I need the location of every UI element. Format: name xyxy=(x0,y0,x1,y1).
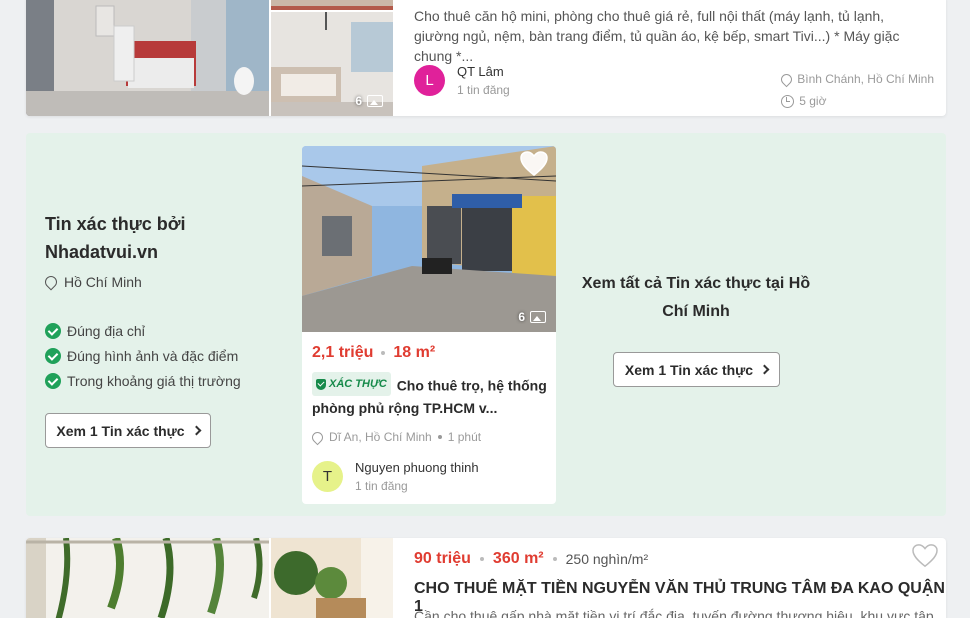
verified-listing-price: 2,1 triệu 18 m² xyxy=(312,344,436,361)
clock-icon xyxy=(781,94,795,108)
chevron-right-icon xyxy=(191,425,202,436)
listing-location: Bình Chánh, Hồ Chí Minh xyxy=(797,72,934,86)
verified-listing-photo[interactable]: 6 xyxy=(302,146,556,332)
image-icon xyxy=(530,311,546,323)
listing-photo-thumb[interactable] xyxy=(271,538,393,618)
check-item: Đúng địa chỉ xyxy=(45,318,241,343)
verified-title: Tin xác thực bởi Nhadatvui.vn xyxy=(45,214,186,262)
poster-name[interactable]: QT Lâm xyxy=(457,64,510,79)
avatar[interactable]: L xyxy=(414,65,445,96)
image-icon xyxy=(367,95,383,107)
see-all-verified-text: Xem tất cả Tin xác thực tại Hồ Chí Minh xyxy=(581,275,811,320)
view-verified-button[interactable]: Xem 1 Tin xác thực xyxy=(45,413,211,448)
verified-badge: XÁC THỰC xyxy=(312,372,391,396)
verified-listing-meta: Dĩ An, Hồ Chí Minh 1 phút xyxy=(309,429,481,445)
photo-count: 6 xyxy=(355,94,383,108)
verified-location: Hồ Chí Minh xyxy=(42,273,142,291)
heart-icon[interactable] xyxy=(912,544,938,568)
poster-listings: 1 tin đăng xyxy=(457,83,510,97)
listing-meta: Bình Chánh, Hồ Chí Minh 5 giờ xyxy=(778,68,934,112)
check-item: Trong khoảng giá thị trường xyxy=(45,368,241,393)
listing-photo-main[interactable] xyxy=(26,0,269,116)
listing-photo-thumb[interactable] xyxy=(271,0,393,10)
pin-icon xyxy=(42,273,60,291)
listing-card-top[interactable]: 6 Cho thuê căn hộ mini, phòng cho thuê g… xyxy=(26,0,946,116)
see-all-verified-button[interactable]: Xem 1 Tin xác thực xyxy=(613,352,780,387)
check-circle-icon xyxy=(45,372,61,389)
heart-icon[interactable] xyxy=(520,151,548,177)
listing-description: Cho thuê căn hộ mini, phòng cho thuê giá… xyxy=(414,8,900,64)
chevron-right-icon xyxy=(759,364,770,375)
avatar[interactable]: T xyxy=(312,461,343,492)
verified-listing-card[interactable]: 6 2,1 triệu 18 m² XÁC THỰC Cho thuê trọ,… xyxy=(302,146,556,504)
listing-photo-thumb[interactable]: 6 xyxy=(271,12,393,116)
check-circle-icon xyxy=(45,322,61,339)
poster[interactable]: T Nguyen phuong thinh 1 tin đăng xyxy=(312,460,479,493)
listing-photo-main[interactable] xyxy=(26,538,269,618)
listing-price: 90 triệu 360 m² 250 nghìn/m² xyxy=(414,550,649,567)
poster-listings: 1 tin đăng xyxy=(355,479,408,493)
poster-name[interactable]: Nguyen phuong thinh xyxy=(355,460,479,475)
pin-icon xyxy=(778,71,795,87)
shield-check-icon xyxy=(316,378,326,390)
listing-time: 5 giờ xyxy=(799,94,827,108)
verified-section: Tin xác thực bởi Nhadatvui.vn Hồ Chí Min… xyxy=(26,133,946,516)
verified-checks: Đúng địa chỉ Đúng hình ảnh và đặc điểm T… xyxy=(45,318,241,393)
photo-count: 6 xyxy=(518,310,546,324)
poster[interactable]: L QT Lâm 1 tin đăng xyxy=(414,64,510,97)
listing-photos[interactable]: 6 xyxy=(26,0,393,116)
pin-icon xyxy=(309,429,326,445)
listing-description: Cần cho thuê gấp nhà mặt tiền vị trí đắc… xyxy=(414,608,934,618)
check-item: Đúng hình ảnh và đặc điểm xyxy=(45,343,241,368)
verified-listing-title[interactable]: XÁC THỰC Cho thuê trọ, hệ thống phòng ph… xyxy=(312,372,548,419)
check-circle-icon xyxy=(45,347,61,364)
listing-card-bottom[interactable]: 90 triệu 360 m² 250 nghìn/m² CHO THUÊ MẶ… xyxy=(26,538,946,618)
listing-photos[interactable] xyxy=(26,538,393,618)
